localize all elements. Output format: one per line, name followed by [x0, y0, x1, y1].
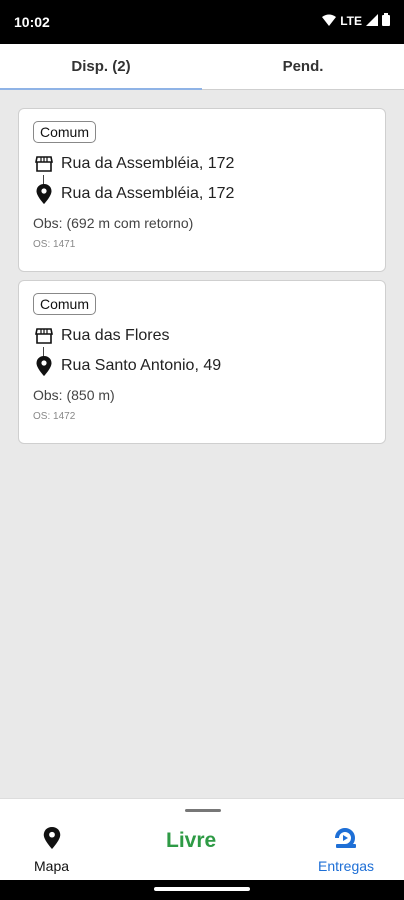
category-badge: Comum: [33, 293, 97, 315]
location-pin-icon: [33, 355, 55, 377]
status-icons: LTE: [322, 13, 390, 29]
origin-row: Rua das Flores: [33, 321, 371, 357]
status-bar: 10:02 LTE: [0, 0, 404, 44]
bottom-navigation: Mapa Livre Entregas: [0, 798, 404, 880]
availability-status: Livre: [166, 829, 217, 852]
clock: 10:02: [14, 14, 50, 30]
location-pin-icon: [33, 183, 55, 205]
network-type: LTE: [340, 14, 362, 28]
origin-row: Rua da Assembléia, 172: [33, 149, 371, 185]
nav-entregas-label: Entregas: [318, 858, 375, 874]
origin-address: Rua das Flores: [61, 327, 170, 344]
delivery-card[interactable]: Comum Rua das Flores Rua Santo Antonio, …: [18, 280, 386, 444]
tab-disponiveis[interactable]: Disp. (2): [0, 44, 202, 90]
battery-icon: [382, 13, 390, 29]
signal-icon: [366, 13, 378, 29]
map-pin-icon: [43, 827, 61, 854]
nav-mapa-label: Mapa: [34, 858, 70, 874]
destination-address: Rua da Assembléia, 172: [61, 185, 235, 202]
tab-bar: Disp. (2) Pend.: [0, 44, 404, 90]
home-gesture-bar[interactable]: [154, 887, 250, 891]
observation-text: Obs: (692 m com retorno): [33, 215, 194, 231]
gesture-navigation-area: [0, 880, 404, 900]
store-icon: [33, 153, 55, 175]
category-badge: Comum: [33, 121, 97, 143]
observation-text: Obs: (850 m): [33, 387, 115, 403]
drag-handle[interactable]: [185, 809, 221, 812]
store-icon: [33, 325, 55, 347]
destination-row: Rua Santo Antonio, 49: [33, 351, 371, 381]
delivery-list: Comum Rua da Assembléia, 172 Rua da Asse…: [0, 90, 404, 798]
destination-address: Rua Santo Antonio, 49: [61, 357, 222, 374]
availability-status-toggle[interactable]: Livre: [166, 829, 216, 853]
delivery-icon: [334, 827, 358, 854]
delivery-card[interactable]: Comum Rua da Assembléia, 172 Rua da Asse…: [18, 108, 386, 272]
order-number: OS: 1472: [33, 411, 76, 422]
destination-row: Rua da Assembléia, 172: [33, 179, 371, 209]
origin-address: Rua da Assembléia, 172: [61, 155, 235, 172]
tab-pendentes[interactable]: Pend.: [202, 44, 404, 89]
order-number: OS: 1471: [33, 239, 76, 250]
wifi-icon: [322, 14, 337, 29]
nav-entregas-button[interactable]: Entregas: [318, 827, 374, 874]
nav-mapa-button[interactable]: Mapa: [34, 827, 69, 874]
